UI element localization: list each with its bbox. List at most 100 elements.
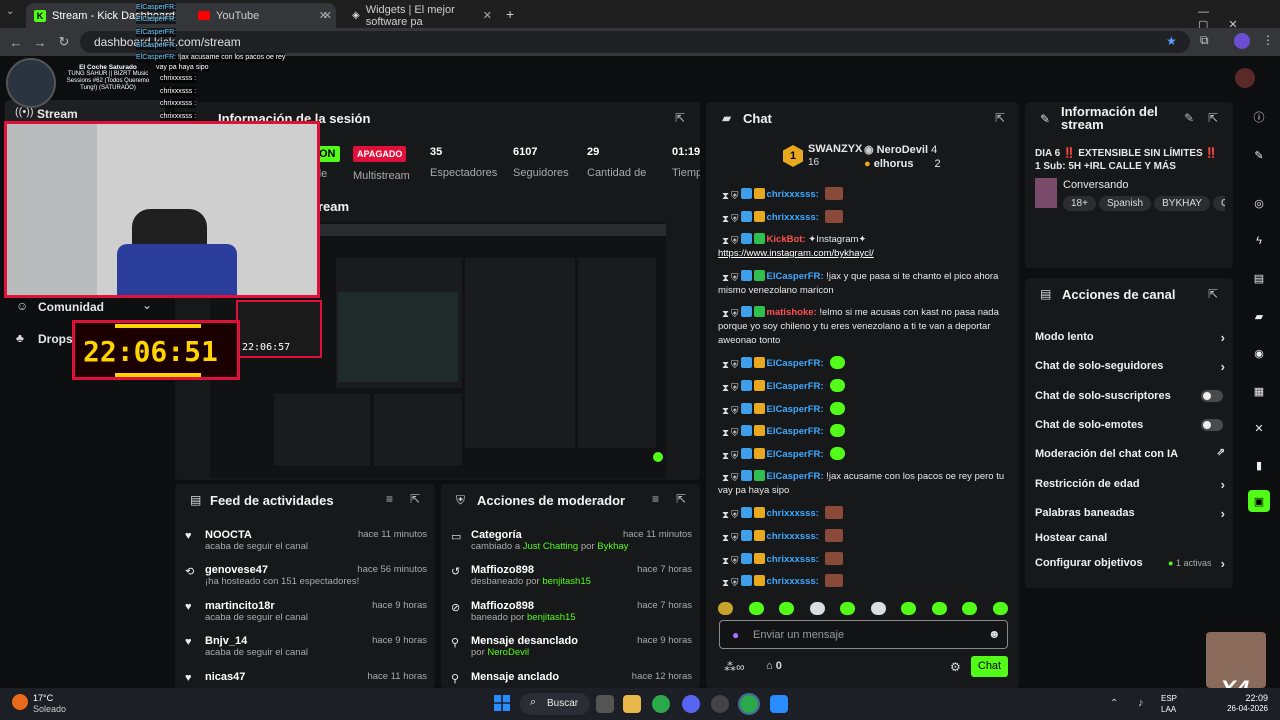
filter-icon[interactable]: ≡ <box>386 492 393 506</box>
clock-bottom-bar <box>115 373 201 377</box>
chat-bubble-icon[interactable]: ▰ <box>1248 305 1270 327</box>
setting-subs-only[interactable]: Chat de solo-suscriptores <box>1035 390 1225 402</box>
chat-username[interactable]: chrixxxsss: <box>767 554 819 565</box>
chat-username[interactable]: ElCasperFR: <box>767 404 824 415</box>
chat-emote <box>825 187 844 200</box>
profile-avatar[interactable] <box>1234 33 1250 49</box>
chat-username[interactable]: chrixxxsss: <box>767 189 819 200</box>
back-icon[interactable]: ← <box>4 35 28 50</box>
chat-username[interactable]: ElCasperFR: <box>767 271 824 282</box>
setting-banned-words[interactable]: Palabras baneadas › <box>1035 506 1225 521</box>
bolt-icon[interactable]: ϟ <box>1248 230 1270 252</box>
reload-icon[interactable]: ↻ <box>52 34 76 50</box>
chat-text: https://www.instagram.com/bykhaycl/ <box>718 248 874 259</box>
chat-username[interactable]: ElCasperFR: <box>767 426 824 437</box>
chat-message: ⧗ ⛨ ElCasperFR: <box>718 379 1008 394</box>
chat-username[interactable]: ElCasperFR: <box>767 471 824 482</box>
broadcast-icon[interactable]: ◉ <box>1248 342 1270 364</box>
info-icon[interactable]: ⓘ <box>1248 106 1270 128</box>
feed-item: ♥ martincito18r acaba de seguir el canal ha… <box>185 600 427 623</box>
setting-ai-moderation[interactable]: Moderación del chat con IA ⇗ <box>1035 447 1225 460</box>
chat-username[interactable]: ElCasperFR: <box>767 449 824 460</box>
tab-widgets[interactable]: ◈ Widgets | El mejor software pa ✕ <box>344 3 500 28</box>
popout-icon[interactable]: ⇱ <box>1208 287 1218 301</box>
url-input[interactable]: dashboard.kick.com/stream <box>80 31 1190 53</box>
task-view-icon[interactable] <box>596 695 614 713</box>
setting-followers-only[interactable]: Chat de solo-seguidores › <box>1035 359 1225 374</box>
popout-icon[interactable]: ⇱ <box>675 111 685 125</box>
taskbar-search[interactable]: ⌕ Buscar <box>520 693 590 715</box>
tool-icon[interactable]: ✕ <box>1248 417 1270 439</box>
toggle-switch[interactable] <box>1201 419 1223 431</box>
address-bar-row: ← → ↻ dashboard.kick.com/stream ★ ⧉ ⋮ <box>0 28 1280 56</box>
chat-username[interactable]: ElCasperFR: <box>767 358 824 369</box>
clock-time-tray[interactable]: 22:09 <box>1220 693 1268 703</box>
pencil-icon[interactable]: ✎ <box>1248 144 1270 166</box>
kick-app-icon[interactable]: ▣ <box>1248 490 1270 512</box>
toggle-switch[interactable] <box>1201 390 1223 402</box>
tab-search-icon[interactable]: ⌄ <box>6 6 22 22</box>
camera-icon[interactable]: ◎ <box>1248 192 1270 214</box>
weather-desc[interactable]: Soleado <box>33 704 66 714</box>
setting-age-restriction[interactable]: Restricción de edad › <box>1035 477 1225 492</box>
file-explorer-icon[interactable] <box>623 695 641 713</box>
chat-message: ⧗ ⛨ ElCasperFR: <box>718 447 1008 462</box>
setting-goals[interactable]: Configurar objetivos ● 1 activas › <box>1035 556 1225 571</box>
clock-date-tray[interactable]: 26-04-2026 <box>1220 704 1268 713</box>
user-badges: ⧗ ⛨ <box>722 470 767 484</box>
emoji-icon[interactable]: ☻ <box>988 627 1001 641</box>
send-chat-button[interactable]: Chat <box>971 656 1008 677</box>
now-playing-title: El Coche Saturado <box>79 64 137 71</box>
obs-icon[interactable] <box>711 695 729 713</box>
host-icon: ⟲ <box>185 566 195 578</box>
close-icon[interactable]: ✕ <box>483 9 492 22</box>
user-avatar[interactable] <box>1235 68 1255 88</box>
new-tab-button[interactable]: + <box>506 6 514 22</box>
chat-username[interactable]: chrixxxsss: <box>767 576 819 587</box>
stat-value: 6107 <box>513 146 538 158</box>
tab-youtube[interactable]: YouTube ✕ <box>190 3 340 28</box>
setting-slow-mode[interactable]: Modo lento › <box>1035 330 1225 345</box>
chat-username[interactable]: KickBot: <box>767 234 806 245</box>
setting-host-channel[interactable]: Hostear canal <box>1035 532 1225 544</box>
popout-icon[interactable]: ⇱ <box>676 492 686 506</box>
tab-label: Widgets | El mejor software pa <box>365 3 455 28</box>
viewers-link-icon[interactable]: ⁂∞ <box>724 660 745 674</box>
mod-item: ↺ Maffiozo898 desbaneado por benjitash15 ha… <box>451 564 692 587</box>
filter-icon[interactable]: ≡ <box>652 492 659 506</box>
popout-icon[interactable]: ⇱ <box>410 492 420 506</box>
chat-username[interactable]: chrixxxsss: <box>767 212 819 223</box>
settings-gear-icon[interactable]: ⚙ <box>950 660 961 674</box>
chrome-icon[interactable] <box>652 695 670 713</box>
mod-item: ▭ Categoría cambiado a Just Chatting por B… <box>451 529 692 552</box>
chat-username[interactable]: chrixxxsss: <box>767 531 819 542</box>
edit-icon[interactable]: ✎ <box>1184 111 1194 125</box>
extensions-icon[interactable]: ⧉ <box>1200 33 1209 48</box>
chat-username[interactable]: matishoke: <box>767 307 817 318</box>
popout-icon[interactable]: ⇱ <box>995 111 1005 125</box>
chat-input[interactable]: ● Enviar un mensaje ☻ <box>719 620 1008 649</box>
chat-username[interactable]: ElCasperFR: <box>767 381 824 392</box>
list-icon[interactable]: ▤ <box>1248 267 1270 289</box>
bookmark-star-icon[interactable]: ★ <box>1166 34 1177 48</box>
wrench-icon: ✎ <box>1040 112 1051 126</box>
lang-secondary[interactable]: LAA <box>1161 705 1176 714</box>
app-icon[interactable] <box>770 695 788 713</box>
tray-chevron-icon[interactable]: ⌃ <box>1110 698 1118 709</box>
chrome-active-icon[interactable] <box>738 693 760 715</box>
lang-primary[interactable]: ESP <box>1161 694 1177 703</box>
layout-icon[interactable]: ▦ <box>1248 380 1270 402</box>
discord-icon[interactable] <box>682 695 700 713</box>
stat-label: Seguidores <box>513 167 569 179</box>
weather-temp[interactable]: 17°C <box>33 693 53 703</box>
popout-icon[interactable]: ⇱ <box>1208 111 1218 125</box>
chat-username[interactable]: chrixxxsss: <box>767 508 819 519</box>
menu-icon[interactable]: ⋮ <box>1262 33 1274 47</box>
mic-tray-icon[interactable]: ♪ <box>1138 697 1144 709</box>
extensions-icon[interactable]: ▮ <box>1248 454 1270 476</box>
sidebar-item-comunidad[interactable]: ☺ Comunidad ⌄ <box>16 298 166 316</box>
close-icon[interactable]: ✕ <box>323 9 332 22</box>
setting-emotes-only[interactable]: Chat de solo-emotes <box>1035 419 1225 431</box>
forward-icon[interactable]: → <box>28 35 52 50</box>
gift-count[interactable]: ⌂ 0 <box>766 660 782 672</box>
